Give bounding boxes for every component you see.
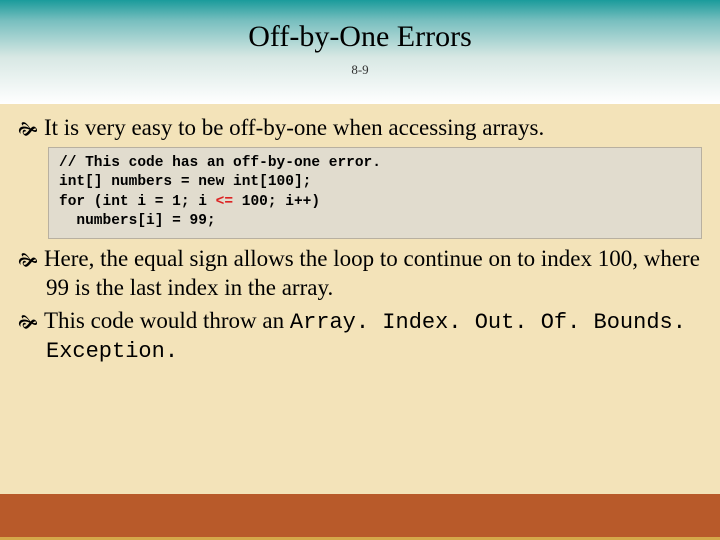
slide-footer [0,494,720,540]
page-number: 8-9 [0,62,720,78]
slide-header: Off-by-One Errors 8-9 [0,0,720,104]
bullet-3-text: This code would throw an [44,308,290,333]
code-line-3b: 100; i++) [233,194,320,210]
code-block: // This code has an off-by-one error. in… [48,147,702,239]
slide-title: Off-by-One Errors [0,20,720,54]
code-operator: <= [216,194,233,210]
slide: Off-by-One Errors 8-9 It is very easy to… [0,0,720,540]
slide-content: It is very easy to be off-by-one when ac… [0,104,720,366]
bullet-1: It is very easy to be off-by-one when ac… [18,114,702,143]
code-line-2: int[] numbers = new int[100]; [59,174,311,190]
code-line-1: // This code has an off-by-one error. [59,155,381,171]
bullet-3: This code would throw an Array. Index. O… [18,307,702,366]
code-line-4: numbers[i] = 99; [59,213,216,229]
code-line-3a: for (int i = 1; i [59,194,216,210]
bullet-2: Here, the equal sign allows the loop to … [18,245,702,303]
